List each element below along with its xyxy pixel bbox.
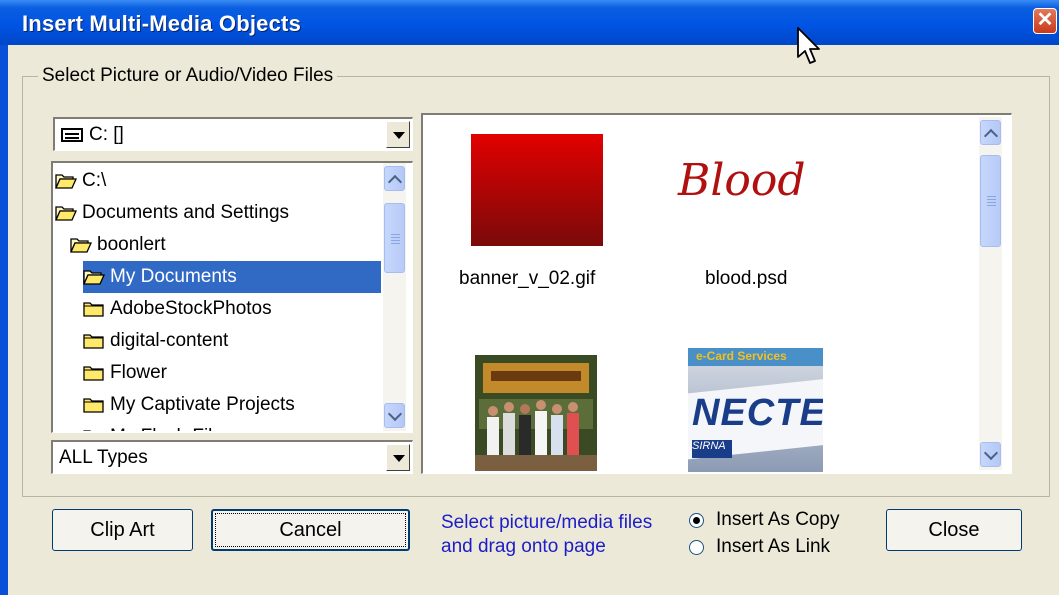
folder-icon (83, 365, 105, 381)
file-thumb-3[interactable]: e-Card Services NECTE SIRNA (688, 348, 823, 472)
tree-item[interactable]: My Flash Files (83, 421, 232, 431)
tree-item-label[interactable]: My Flash Files (110, 426, 232, 431)
tree-item-label[interactable]: Documents and Settings (82, 202, 289, 224)
scroll-up-icon[interactable] (384, 166, 405, 191)
radio-copy-indicator[interactable] (689, 512, 704, 528)
window-frame (0, 45, 8, 595)
file-name-0[interactable]: banner_v_02.gif (459, 268, 595, 290)
folder-icon (83, 397, 105, 413)
drive-value: C: [] (89, 124, 124, 145)
file-scroll-down-icon[interactable] (980, 442, 1001, 467)
tree-item-label[interactable]: C:\ (82, 170, 106, 192)
file-thumb-0[interactable] (471, 134, 603, 246)
type-dropdown-arrow-icon[interactable] (386, 444, 410, 471)
title-bar[interactable]: Insert Multi-Media Objects ✕ (0, 0, 1059, 45)
folder-open-icon (70, 237, 92, 253)
window-title: Insert Multi-Media Objects (22, 11, 302, 36)
folder-icon (83, 333, 105, 349)
tree-item[interactable]: boonlert (70, 229, 166, 261)
tree-item[interactable]: C:\ (55, 165, 106, 197)
insert-as-copy-radio[interactable]: Insert As Copy (689, 509, 840, 531)
file-thumb-1[interactable]: Blood (678, 155, 838, 225)
tree-item-label[interactable]: digital-content (110, 330, 228, 352)
file-thumbnails: banner_v_02.gif Blood blood.psd e-Card S (423, 115, 1010, 472)
clipart-button[interactable]: Clip Art (52, 509, 193, 551)
folder-open-icon (55, 173, 77, 189)
cancel-button[interactable]: Cancel (211, 509, 410, 551)
tree-item[interactable]: AdobeStockPhotos (83, 293, 272, 325)
file-type-select[interactable]: ALL Types (51, 440, 413, 474)
file-panel-scrollbar[interactable] (979, 117, 1002, 470)
insert-as-link-radio[interactable]: Insert As Link (689, 536, 830, 558)
tree-item-label[interactable]: boonlert (97, 234, 166, 256)
group-label: Select Picture or Audio/Video Files (38, 65, 338, 87)
tree-item-label[interactable]: Flower (110, 362, 167, 384)
tree-item[interactable]: digital-content (83, 325, 228, 357)
scroll-thumb[interactable] (384, 203, 405, 273)
insert-as-link-label[interactable]: Insert As Link (716, 536, 830, 558)
file-name-1[interactable]: blood.psd (705, 268, 787, 290)
folder-tree-list: C:\ Documents and Settings boonlert My Docu… (53, 163, 410, 431)
file-thumb-2[interactable] (469, 349, 603, 471)
close-button[interactable]: Close (886, 509, 1022, 551)
folder-tree-scrollbar[interactable] (383, 163, 406, 431)
folder-open-icon (83, 269, 105, 285)
folder-open-icon (55, 205, 77, 221)
folder-icon (83, 429, 105, 431)
file-scroll-up-icon[interactable] (980, 120, 1001, 145)
tree-item[interactable]: My Documents (83, 261, 381, 293)
mouse-cursor-icon (797, 27, 821, 74)
drive-dropdown-arrow-icon[interactable] (386, 121, 410, 148)
hint-line-2: and drag onto page (441, 536, 606, 557)
scroll-down-icon[interactable] (384, 403, 405, 428)
radio-link-indicator[interactable] (689, 539, 704, 555)
hint-line-1: Select picture/media files (441, 512, 653, 533)
drive-select[interactable]: C: [] (53, 117, 413, 151)
insert-as-copy-label[interactable]: Insert As Copy (716, 509, 840, 531)
tree-item[interactable]: Flower (83, 357, 167, 389)
tree-item-label[interactable]: AdobeStockPhotos (110, 298, 272, 320)
tree-item[interactable]: Documents and Settings (55, 197, 289, 229)
tree-item[interactable]: My Captivate Projects (83, 389, 295, 421)
file-scroll-thumb[interactable] (980, 155, 1001, 247)
window-close-icon[interactable]: ✕ (1033, 8, 1057, 34)
drive-icon (61, 128, 83, 142)
tree-item-label[interactable]: My Captivate Projects (110, 394, 295, 416)
folder-icon (83, 301, 105, 317)
tree-item-label[interactable]: My Documents (110, 266, 237, 288)
drag-hint: Select picture/media files and drag onto… (441, 511, 652, 559)
file-type-value: ALL Types (59, 447, 148, 468)
